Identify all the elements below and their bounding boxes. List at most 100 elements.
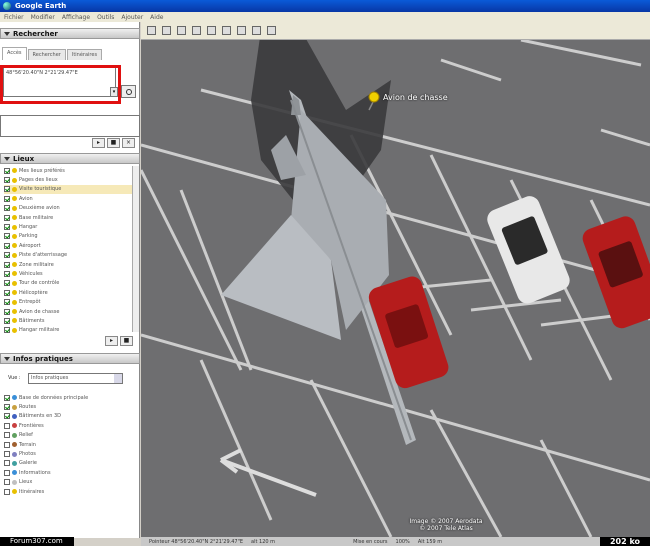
list-item[interactable]: Pages des lieux [4,175,132,184]
places-scrollbar[interactable] [132,166,139,332]
list-item[interactable]: Photos [4,449,132,458]
places-controls: ▸ ■ [105,336,133,346]
list-item[interactable]: Frontières [4,421,132,430]
overlay-tool-icon[interactable] [207,26,216,35]
ruler-icon[interactable] [222,26,231,35]
placemark-label[interactable]: Avion de chasse [383,93,448,102]
list-item[interactable]: Informations [4,468,132,477]
list-item[interactable]: Zone militaire [4,260,132,269]
list-item[interactable]: Mes lieux préférés [4,166,132,175]
list-item[interactable]: Visite touristique [4,184,132,195]
menu-item-tools[interactable]: Outils [97,14,114,21]
stop-tour-button[interactable]: ■ [120,336,133,346]
checkbox[interactable] [4,422,10,429]
list-item[interactable]: Base de données principale [4,393,132,402]
menu-item-file[interactable]: Fichier [4,14,24,21]
checkbox[interactable] [4,394,10,401]
layer-icon [12,423,17,429]
layers-section-header[interactable]: Infos pratiques [0,353,140,364]
layer-icon [12,442,17,448]
layer-icon [12,413,17,419]
tab-directions[interactable]: Itinéraires [66,49,103,60]
list-item[interactable]: Relief [4,431,132,440]
stop-tour-button[interactable]: ■ [107,138,120,148]
search-section-header[interactable]: Rechercher [0,28,140,39]
path-tool-icon[interactable] [192,26,201,35]
search-controls: ▸ ■ × [92,138,135,148]
menu-item-view[interactable]: Affichage [62,14,90,21]
menu-item-help[interactable]: Aide [150,14,163,21]
checkbox[interactable] [4,327,10,334]
list-item[interactable]: Bâtiments [4,316,132,325]
print-icon[interactable] [252,26,261,35]
search-results-list[interactable] [0,115,140,137]
checkbox[interactable] [4,167,10,174]
list-item[interactable]: Bâtiments en 3D [4,412,132,421]
checkbox[interactable] [4,233,10,240]
sidebar-toggle-icon[interactable] [147,26,156,35]
checkbox[interactable] [4,289,10,296]
checkbox[interactable] [4,186,10,193]
clear-results-button[interactable]: × [122,138,135,148]
play-tour-button[interactable]: ▸ [92,138,105,148]
email-icon[interactable] [237,26,246,35]
list-item[interactable]: Lieux [4,478,132,487]
tab-find-businesses[interactable]: Rechercher [27,49,66,60]
checkbox[interactable] [4,441,10,448]
list-item[interactable]: Avion [4,194,132,203]
checkbox[interactable] [4,261,10,268]
checkbox[interactable] [4,205,10,212]
placemark-tool-icon[interactable] [162,26,171,35]
list-item[interactable]: Routes [4,402,132,411]
map-view[interactable]: Avion de chasse Image © 2007 Aerodata © … [141,40,650,537]
globe-icon[interactable] [267,26,276,35]
checkbox[interactable] [4,469,10,476]
checkbox[interactable] [4,280,10,287]
list-item[interactable]: Base militaire [4,213,132,222]
layer-view-select[interactable]: Infos pratiques [28,373,123,384]
play-tour-button[interactable]: ▸ [105,336,118,346]
placemark-icon [12,262,17,268]
list-item[interactable]: Hélicoptère [4,288,132,297]
list-item[interactable]: Galerie [4,459,132,468]
checkbox[interactable] [4,460,10,467]
list-item[interactable]: Aéroport [4,241,132,250]
checkbox[interactable] [4,242,10,249]
list-item[interactable]: Parking [4,232,132,241]
checkbox[interactable] [4,270,10,277]
list-item[interactable]: Entrepôt [4,297,132,306]
list-item[interactable]: Hangar [4,222,132,231]
checkbox[interactable] [4,413,10,420]
placemark-icon [12,309,17,315]
list-item[interactable]: Piste d'atterrissage [4,251,132,260]
menu-item-add[interactable]: Ajouter [121,14,143,21]
checkbox[interactable] [4,488,10,495]
checkbox[interactable] [4,404,10,411]
search-button[interactable] [121,85,136,98]
checkbox[interactable] [4,432,10,439]
checkbox[interactable] [4,317,10,324]
list-item[interactable]: Véhicules [4,269,132,278]
list-item[interactable]: Itinéraires [4,487,132,496]
polygon-tool-icon[interactable] [177,26,186,35]
list-item[interactable]: Deuxième avion [4,204,132,213]
checkbox[interactable] [4,451,10,458]
checkbox[interactable] [4,299,10,306]
list-item[interactable]: Terrain [4,440,132,449]
checkbox[interactable] [4,195,10,202]
list-item[interactable]: Tour de contrôle [4,279,132,288]
checkbox[interactable] [4,308,10,315]
places-section-header[interactable]: Lieux [0,153,140,164]
tab-fly-to[interactable]: Accès [2,47,27,60]
layers-tree: Base de données principale Routes Bâtime… [0,393,132,503]
list-item[interactable]: Hangar militaire [4,326,132,335]
checkbox[interactable] [4,479,10,486]
checkbox[interactable] [4,214,10,221]
credit-line-1: Image © 2007 Aerodata [409,518,483,525]
list-item[interactable]: Avion de chasse [4,307,132,316]
checkbox[interactable] [4,177,10,184]
checkbox[interactable] [4,252,10,259]
checkbox[interactable] [4,224,10,231]
menu-item-edit[interactable]: Modifier [31,14,55,21]
satellite-image [141,40,650,537]
